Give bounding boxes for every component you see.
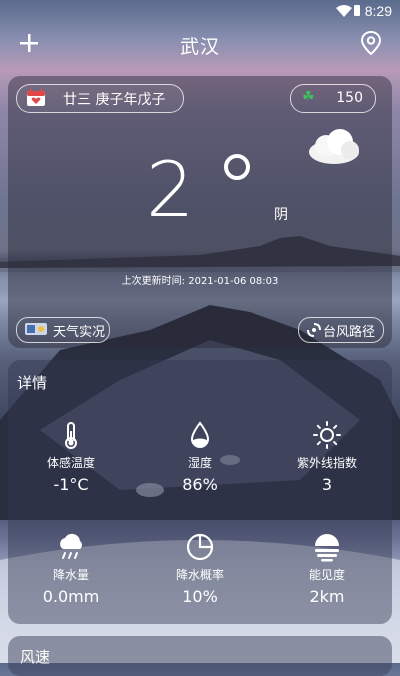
metric-value: -1°C (53, 475, 89, 494)
battery-icon (354, 5, 360, 16)
clover-icon: ☘ (302, 89, 315, 105)
typhoon-route-button[interactable]: 台风路径 (298, 317, 384, 343)
pie-chart-icon (186, 533, 214, 561)
metric-label: 湿度 (187, 456, 212, 470)
top-bar: 武汉 (0, 26, 400, 66)
metric-precip-probability: 降水概率 10% (145, 532, 255, 606)
rain-cloud-icon (60, 533, 82, 559)
live-weather-icon (25, 323, 47, 335)
metric-value: 3 (321, 475, 333, 494)
details-title: 详情 (17, 374, 48, 392)
current-weather-card: 廿三 庚子年戊子 ☘ 150 2 阴 上次更新时间: 2021-01-06 08… (8, 76, 392, 348)
update-time: 上次更新时间: 2021-01-06 08:03 (8, 272, 392, 287)
status-bar: 8:29 (0, 0, 400, 22)
metric-label: 紫外线指数 (296, 456, 357, 470)
typhoon-icon (307, 323, 321, 337)
status-time: 8:29 (364, 3, 392, 19)
metric-label: 能见度 (308, 568, 345, 582)
degree-symbol (224, 154, 250, 180)
metric-value: 86% (182, 475, 218, 494)
metric-uv-index: 紫外线指数 3 (272, 420, 382, 494)
update-time-value: 2021-01-06 08:03 (188, 276, 279, 287)
metric-label: 降水量 (52, 568, 89, 582)
humidity-icon (190, 421, 210, 448)
metric-humidity: 湿度 86% (145, 420, 255, 494)
live-weather-label: 天气实况 (53, 325, 106, 340)
metric-visibility: 能见度 2km (272, 532, 382, 606)
location-pin-icon[interactable] (360, 30, 382, 56)
lunar-date-pill[interactable]: 廿三 庚子年戊子 (16, 84, 184, 113)
metric-label: 降水概率 (175, 568, 224, 582)
update-time-label: 上次更新时间: (121, 276, 186, 287)
calendar-icon (27, 89, 45, 106)
metric-label: 体感温度 (46, 456, 95, 470)
thermometer-icon (65, 422, 77, 449)
temperature-value: 2 (146, 145, 195, 234)
lunar-date-text: 廿三 庚子年戊子 (63, 92, 166, 108)
details-card: 详情 体感温度 -1°C 湿度 86% 紫外线指数 3 降水量 0.0mm 降水… (8, 360, 392, 624)
wifi-icon (336, 5, 352, 17)
cloud-icon (309, 129, 359, 164)
metric-precipitation: 降水量 0.0mm (16, 532, 126, 606)
weather-condition: 阴 (274, 207, 288, 223)
metric-value: 2km (309, 587, 345, 606)
metric-value: 10% (182, 587, 218, 606)
typhoon-route-label: 台风路径 (323, 325, 376, 340)
metric-value: 0.0mm (42, 587, 100, 606)
fog-icon (315, 534, 339, 562)
aqi-pill[interactable]: ☘ 150 (290, 84, 376, 113)
aqi-value: 150 (336, 90, 363, 106)
wind-card: 风速 (8, 636, 392, 676)
metric-feels-like: 体感温度 -1°C (16, 420, 126, 494)
wind-title: 风速 (20, 648, 51, 666)
city-title: 武汉 (179, 36, 220, 58)
live-weather-button[interactable]: 天气实况 (16, 317, 110, 343)
sun-icon (313, 421, 341, 449)
